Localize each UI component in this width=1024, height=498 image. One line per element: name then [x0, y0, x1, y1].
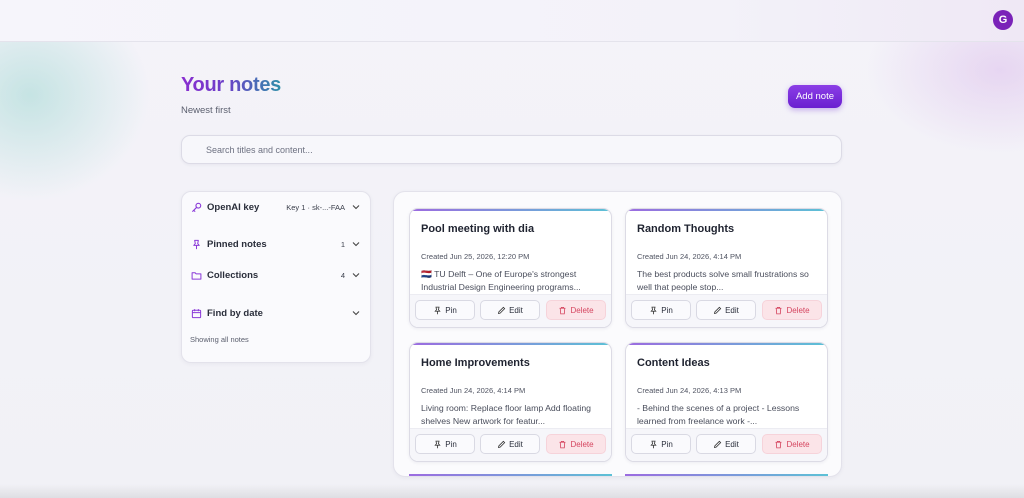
search-bar	[181, 135, 842, 164]
note-title: Home Improvements	[421, 357, 530, 369]
edit-label: Edit	[509, 439, 523, 449]
edit-label: Edit	[509, 305, 523, 315]
pin-button[interactable]: Pin	[415, 434, 475, 454]
openai-key-label: OpenAI key	[207, 201, 260, 213]
note-card[interactable]: Pool meeting with dia Created Jun 25, 20…	[409, 208, 612, 328]
note-title: Pool meeting with dia	[421, 223, 535, 235]
note-preview: The best products solve small frustratio…	[637, 269, 809, 292]
note-actions: Pin Edit Delete	[410, 428, 611, 461]
pin-label: Pin	[445, 439, 457, 449]
pin-label: Pin	[661, 439, 673, 449]
bottom-edge-shadow	[0, 484, 1024, 498]
pin-button[interactable]: Pin	[631, 300, 691, 320]
note-title: Random Thoughts	[637, 223, 735, 235]
collections-label: Collections	[207, 269, 259, 281]
delete-button[interactable]: Delete	[546, 434, 606, 454]
folder-icon	[190, 269, 202, 281]
note-preview: - Behind the scenes of a project - Lesso…	[637, 403, 800, 426]
add-note-button[interactable]: Add note	[788, 85, 842, 108]
note-actions: Pin Edit Delete	[410, 294, 611, 327]
find-by-date-label: Find by date	[207, 307, 263, 319]
edit-button[interactable]: Edit	[480, 434, 540, 454]
key-icon	[190, 201, 202, 213]
sort-order-label: Newest first	[181, 105, 231, 116]
collections-count: 4	[340, 270, 345, 280]
delete-button[interactable]: Delete	[546, 300, 606, 320]
pinned-notes-label: Pinned notes	[207, 238, 267, 250]
pin-icon	[190, 238, 202, 250]
find-by-date-section[interactable]: Find by date	[190, 305, 360, 321]
search-input[interactable]	[182, 136, 841, 163]
note-title: Content Ideas	[637, 357, 710, 369]
trash-icon	[559, 306, 566, 314]
openai-key-section[interactable]: OpenAI key Key 1 · sk-...-FAA	[190, 199, 360, 215]
note-card-partial	[409, 474, 612, 476]
trash-icon	[559, 440, 566, 448]
note-created-date: Created Jun 24, 2026, 4:14 PM	[637, 252, 742, 261]
delete-label: Delete	[786, 439, 810, 449]
note-created-date: Created Jun 24, 2026, 4:13 PM	[637, 386, 742, 395]
sidebar: OpenAI key Key 1 · sk-...-FAA Pinned not…	[181, 191, 371, 363]
pin-icon	[650, 440, 657, 448]
edit-button[interactable]: Edit	[696, 434, 756, 454]
calendar-icon	[190, 307, 202, 319]
openai-key-value: Key 1 · sk-...-FAA	[286, 202, 345, 212]
pencil-icon	[714, 440, 722, 448]
note-created-date: Created Jun 25, 2026, 12:20 PM	[421, 252, 530, 261]
pin-icon	[434, 306, 441, 314]
card-accent-bar	[410, 343, 611, 345]
chevron-down-icon	[351, 309, 360, 318]
edit-button[interactable]: Edit	[480, 300, 540, 320]
pin-button[interactable]: Pin	[415, 300, 475, 320]
pin-icon	[434, 440, 441, 448]
pin-button[interactable]: Pin	[631, 434, 691, 454]
collections-section[interactable]: Collections 4	[190, 267, 360, 283]
edit-label: Edit	[725, 305, 739, 315]
pin-label: Pin	[445, 305, 457, 315]
pencil-icon	[498, 306, 506, 314]
delete-button[interactable]: Delete	[762, 434, 822, 454]
pin-icon	[650, 306, 657, 314]
delete-label: Delete	[786, 305, 810, 315]
chevron-down-icon	[351, 240, 360, 249]
edit-label: Edit	[725, 439, 739, 449]
note-card[interactable]: Random Thoughts Created Jun 24, 2026, 4:…	[625, 208, 828, 328]
card-accent-bar	[410, 209, 611, 211]
date-filter-status: Showing all notes	[190, 335, 249, 344]
note-actions: Pin Edit Delete	[626, 294, 827, 327]
delete-label: Delete	[570, 439, 594, 449]
card-accent-bar	[626, 209, 827, 211]
note-card-partial	[625, 474, 828, 476]
pencil-icon	[498, 440, 506, 448]
card-accent-bar	[626, 343, 827, 345]
note-card[interactable]: Content Ideas Created Jun 24, 2026, 4:13…	[625, 342, 828, 462]
note-card[interactable]: Home Improvements Created Jun 24, 2026, …	[409, 342, 612, 462]
trash-icon	[775, 306, 782, 314]
note-preview: 🇳🇱 TU Delft – One of Europe's strongest …	[421, 269, 581, 292]
pinned-notes-count: 1	[340, 239, 345, 249]
avatar[interactable]: G	[993, 10, 1013, 30]
delete-label: Delete	[570, 305, 594, 315]
note-preview: Living room: Replace floor lamp Add floa…	[421, 403, 591, 426]
note-created-date: Created Jun 24, 2026, 4:14 PM	[421, 386, 526, 395]
pin-label: Pin	[661, 305, 673, 315]
note-actions: Pin Edit Delete	[626, 428, 827, 461]
top-bar: G	[0, 0, 1024, 42]
pinned-notes-section[interactable]: Pinned notes 1	[190, 236, 360, 252]
page-title: Your notes	[181, 74, 281, 96]
delete-button[interactable]: Delete	[762, 300, 822, 320]
pencil-icon	[714, 306, 722, 314]
edit-button[interactable]: Edit	[696, 300, 756, 320]
chevron-down-icon	[351, 271, 360, 280]
trash-icon	[775, 440, 782, 448]
chevron-down-icon	[351, 203, 360, 212]
notes-grid: Pool meeting with dia Created Jun 25, 20…	[393, 191, 842, 477]
